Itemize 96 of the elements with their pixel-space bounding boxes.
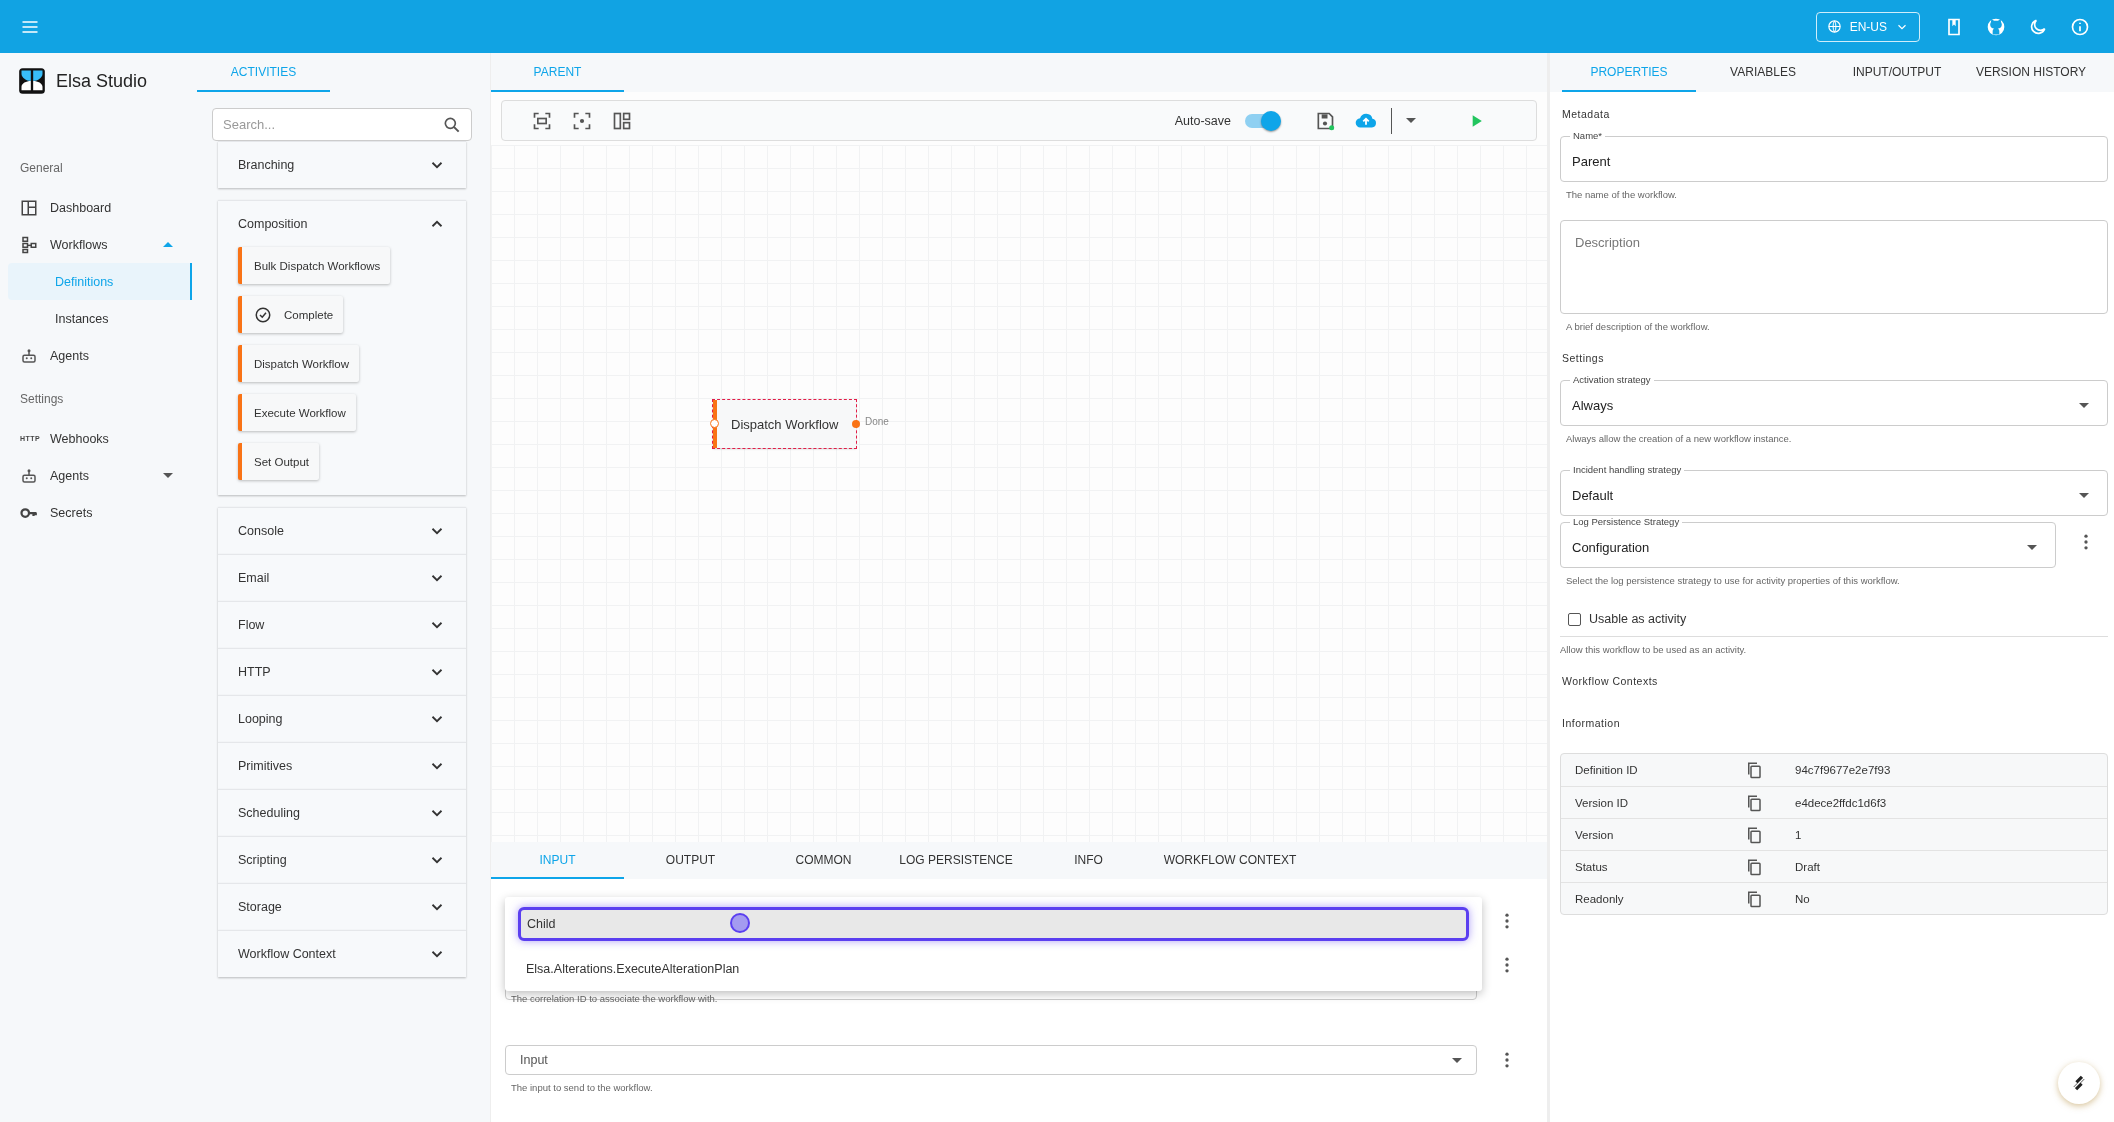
caret-down-icon[interactable] xyxy=(1406,118,1416,123)
helper-text: The name of the workflow. xyxy=(1566,189,1678,200)
cat-icon[interactable] xyxy=(1986,16,2006,37)
dropdown-arrow-icon xyxy=(2027,544,2037,550)
section-heading: Metadata xyxy=(1562,108,1611,120)
section-heading: Workflow Contexts xyxy=(1562,675,1659,687)
activity-item[interactable]: Execute Workflow xyxy=(238,394,356,431)
globe-icon xyxy=(1826,19,1842,34)
field-label: Activation strategy xyxy=(1570,374,1654,386)
tab[interactable]: OUTPUT xyxy=(624,842,757,879)
nav-item[interactable]: Secrets xyxy=(0,494,197,531)
auto-save-toggle[interactable] xyxy=(1245,113,1279,128)
activity-item[interactable]: Dispatch Workflow xyxy=(238,345,359,382)
category-header[interactable]: Workflow Context xyxy=(218,931,466,977)
table-cell: No xyxy=(1795,892,1810,905)
category-header[interactable]: Console xyxy=(218,508,466,554)
input-port xyxy=(710,419,719,428)
field-label: Name* xyxy=(1570,130,1606,142)
dropdown-arrow-icon xyxy=(1452,1057,1462,1063)
fit-screen-icon[interactable] xyxy=(532,110,552,131)
section-heading: Information xyxy=(1562,717,1622,729)
copy-icon[interactable] xyxy=(1745,793,1763,812)
tab[interactable]: VARIABLES xyxy=(1696,53,1830,92)
helper-text: The input to send to the workflow. xyxy=(511,1082,654,1093)
table-cell: Status xyxy=(1575,860,1608,873)
nav-item[interactable]: Instances xyxy=(8,300,192,337)
table-cell: Definition ID xyxy=(1575,764,1638,776)
dropdown-option[interactable]: Elsa.Alterations.ExecuteAlterationPlan xyxy=(505,949,1482,989)
table-cell: Version xyxy=(1575,828,1614,841)
description-field[interactable]: Description xyxy=(1560,220,2108,314)
info-icon[interactable] xyxy=(2070,16,2090,37)
dropdown-arrow-icon xyxy=(2079,402,2089,408)
category-header[interactable]: Flow xyxy=(218,602,466,648)
table-cell: Version ID xyxy=(1575,796,1629,809)
nav-section-heading: General xyxy=(19,161,64,175)
category-header[interactable]: Composition xyxy=(218,201,466,247)
category-header[interactable]: Storage xyxy=(218,884,466,930)
helper-text: Select the log persistence strategy to use for activity properties of this workflow. xyxy=(1566,575,1901,586)
tab[interactable]: INFO xyxy=(1022,842,1155,879)
category-header[interactable]: Primitives xyxy=(218,743,466,789)
helper-text: A brief description of the workflow. xyxy=(1566,321,1711,332)
nav-item[interactable]: Workflows xyxy=(0,226,197,263)
save-icon[interactable] xyxy=(1315,110,1335,131)
table-cell: 94c7f9677e2e7f93 xyxy=(1795,764,1891,776)
helper-text: The correlation ID to associate the workflow with. xyxy=(511,993,719,1004)
copy-icon[interactable] xyxy=(1745,857,1763,876)
tab[interactable]: VERSION HISTORY xyxy=(1964,53,2098,92)
output-port xyxy=(852,420,860,428)
copy-icon[interactable] xyxy=(1745,889,1763,908)
copy-icon[interactable] xyxy=(1745,761,1763,779)
table-cell: 1 xyxy=(1795,828,1802,841)
table-cell: Draft xyxy=(1795,860,1820,873)
category-header[interactable]: Scheduling xyxy=(218,790,466,836)
outcome-label: Done xyxy=(865,416,889,427)
logo-icon xyxy=(18,67,46,95)
tab[interactable]: LOG PERSISTENCE xyxy=(890,842,1022,879)
tab[interactable]: WORKFLOW CONTEXT xyxy=(1155,842,1305,879)
copy-icon[interactable] xyxy=(1745,825,1763,844)
search-icon xyxy=(442,115,462,135)
table-cell: Readonly xyxy=(1575,892,1624,905)
hierarchy-icon xyxy=(20,235,38,254)
floating-button[interactable] xyxy=(2058,1062,2100,1104)
category-header[interactable]: Scripting xyxy=(218,837,466,883)
input-select[interactable]: Input xyxy=(505,1045,1477,1075)
nav-section-heading: Settings xyxy=(19,392,65,406)
checkbox[interactable] xyxy=(1568,612,1581,626)
activity-item[interactable]: Set Output xyxy=(238,443,319,480)
tab[interactable]: INPUT/OUTPUT xyxy=(1830,53,1964,92)
dashboard-icon xyxy=(20,198,38,217)
usable-as-activity-checkbox[interactable]: Usable as activity xyxy=(1560,602,2108,637)
category-header[interactable]: Branching xyxy=(218,142,466,188)
search-field[interactable]: Search... xyxy=(212,108,472,141)
robot-icon xyxy=(20,466,38,485)
layout-icon[interactable] xyxy=(612,110,632,131)
category-header[interactable]: Looping xyxy=(218,696,466,742)
check-circle-icon xyxy=(254,305,272,324)
helper-text: Always allow the creation of a new workflow instance. xyxy=(1566,433,1793,444)
activity-item[interactable]: Bulk Dispatch Workflows xyxy=(238,247,391,284)
auto-save-label: Auto-save xyxy=(1174,113,1231,128)
field-label: Incident handling strategy xyxy=(1570,464,1685,476)
nav-item[interactable]: Agents xyxy=(0,337,197,374)
category-header[interactable]: HTTP xyxy=(218,649,466,695)
category-header[interactable]: Email xyxy=(218,555,466,601)
helper-text: Allow this workflow to be used as an activity. xyxy=(1560,644,1748,655)
nav-item[interactable]: Agents xyxy=(0,457,197,494)
activity-item[interactable]: Complete xyxy=(238,296,344,333)
app-title: Elsa Studio xyxy=(56,70,148,92)
tab[interactable]: COMMON xyxy=(757,842,890,879)
nav-item[interactable]: Dashboard xyxy=(0,189,197,226)
dropdown-arrow-icon xyxy=(2079,492,2089,498)
dropdown-option[interactable]: Child xyxy=(518,907,1469,941)
robot-icon xyxy=(20,346,38,365)
section-heading: Settings xyxy=(1562,352,1605,364)
focus-icon[interactable] xyxy=(572,110,592,131)
field-label: Log Persistence Strategy xyxy=(1570,516,1683,528)
table-cell: e4dece2ffdc1d6f3 xyxy=(1795,796,1887,809)
